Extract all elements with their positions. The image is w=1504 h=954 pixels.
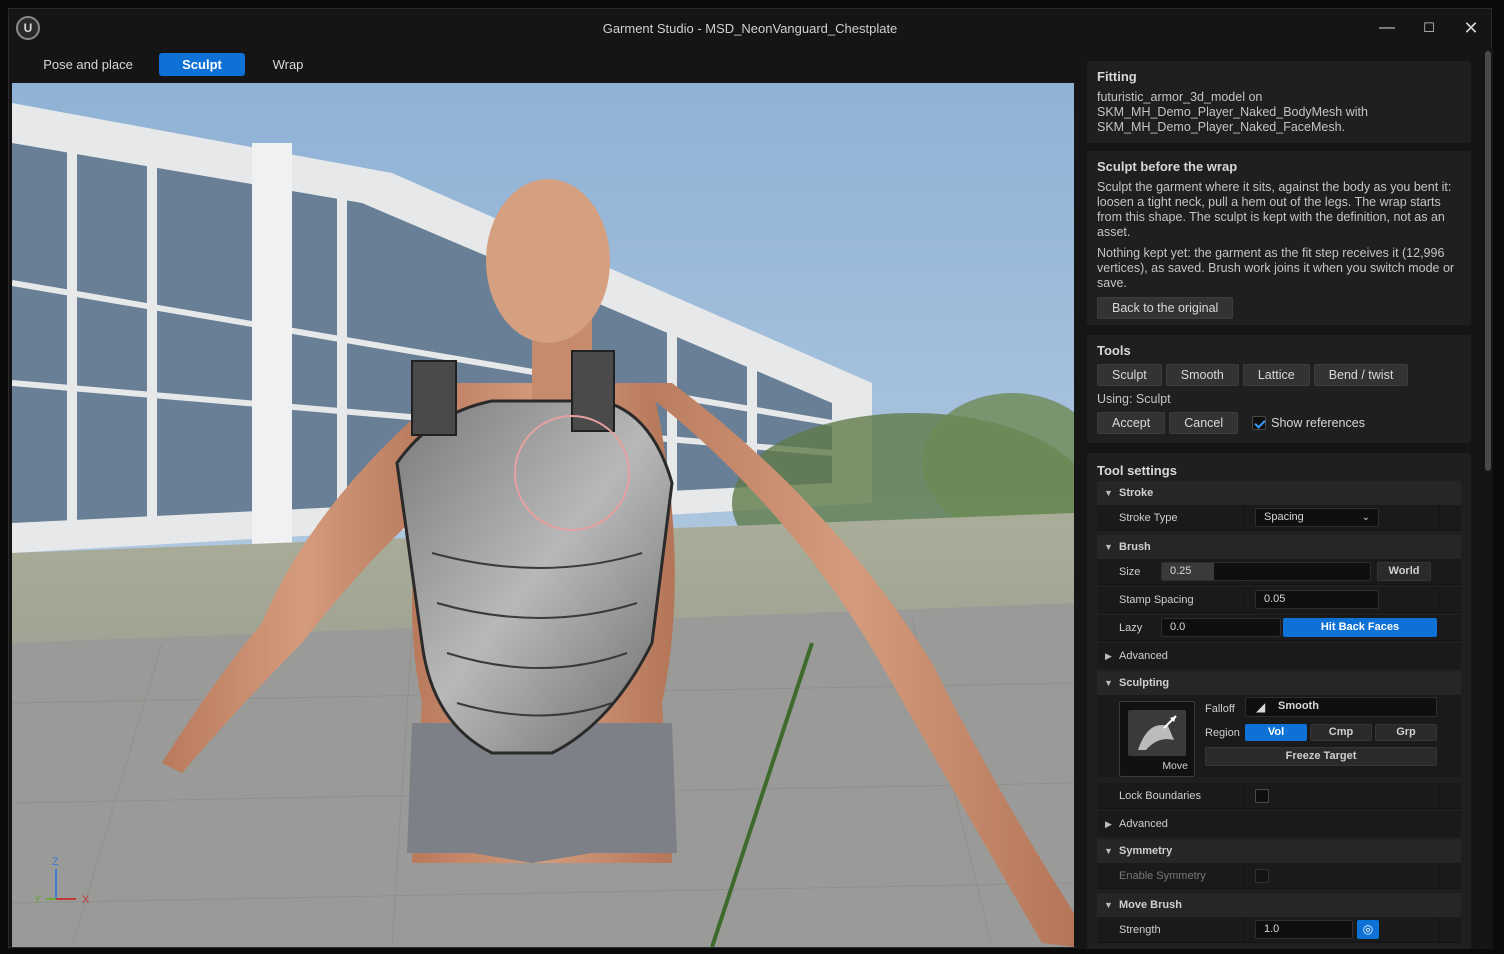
falloff-dropdown[interactable]: ◢ Smooth [1245,697,1437,717]
chevron-down-icon: ⌄ [1361,512,1370,523]
armor-strap-left [411,360,457,436]
axis-x-label: X [82,894,90,906]
tool-sculpt-button[interactable]: Sculpt [1097,364,1162,386]
fitting-body: futuristic_armor_3d_model on SKM_MH_Demo… [1097,90,1368,134]
region-vol-option[interactable]: Vol [1245,724,1307,741]
expand-triangle-icon: ▼ [1104,542,1113,552]
lock-boundaries-label: Lock Boundaries [1119,790,1201,802]
enable-symmetry-checkbox[interactable] [1255,869,1269,883]
freeze-target-button[interactable]: Freeze Target [1205,747,1437,766]
brush-space-world-button[interactable]: World [1377,562,1431,581]
maximize-button[interactable]: ☐ [1414,15,1444,41]
tools-heading: Tools [1097,343,1131,358]
collapse-triangle-icon: ▶ [1105,819,1112,829]
title-bar[interactable]: U Garment Studio - MSD_NeonVanguard_Ches… [9,9,1491,47]
tab-pose-and-place[interactable]: Pose and place [31,53,145,76]
stroke-type-row: Stroke Type Spacing ⌄ [1097,505,1461,531]
tab-wrap[interactable]: Wrap [263,53,313,76]
tool-bend-twist-button[interactable]: Bend / twist [1313,364,1409,386]
axis-z-label: Z [52,856,59,868]
brush-size-label: Size [1119,566,1141,578]
tools-card: Tools Sculpt Smooth Lattice Bend / twist… [1087,335,1471,443]
close-button[interactable]: ✕ [1456,15,1486,41]
active-tool-label: Using: Sculpt [1097,392,1171,406]
region-cmp-option[interactable]: Cmp [1310,724,1372,741]
axis-y-label: Y [34,894,42,906]
section-stroke[interactable]: ▼ Stroke [1097,481,1461,505]
fitting-heading: Fitting [1097,69,1137,84]
section-move-brush[interactable]: ▼ Move Brush [1097,893,1461,917]
lock-boundaries-row: Lock Boundaries [1097,783,1461,809]
stamp-spacing-row: Stamp Spacing 0.05 [1097,587,1461,613]
sculpt-info-para1: Sculpt the garment where it sits, agains… [1097,180,1452,239]
pressure-sensitivity-icon[interactable]: ◎ [1357,920,1379,939]
expand-triangle-icon: ▼ [1104,900,1113,910]
strength-input[interactable]: 1.0 [1255,920,1353,939]
accept-button[interactable]: Accept [1097,412,1166,434]
sculpting-advanced-row[interactable]: ▶ Advanced [1097,811,1461,837]
region-label: Region [1205,727,1240,739]
lazy-row: Lazy 0.0 Hit Back Faces [1097,615,1461,641]
sculpt-info-para2: Nothing kept yet: the garment as the fit… [1097,246,1455,290]
mode-toolbar: Pose and place Sculpt Wrap [11,49,1075,83]
sculpt-info-card: Sculpt before the wrap Sculpt the garmen… [1087,151,1471,325]
right-panel: Fitting futuristic_armor_3d_model on SKM… [1077,47,1481,949]
viewport-scene [12,83,1074,947]
window-title: Garment Studio - MSD_NeonVanguard_Chestp… [602,21,898,36]
sculpting-block: Move Falloff ◢ Smooth Region Vol Cmp Grp… [1097,695,1461,777]
back-to-original-button[interactable]: Back to the original [1097,297,1234,319]
section-brush[interactable]: ▼ Brush [1097,535,1461,559]
falloff-label: Falloff [1205,703,1235,715]
tool-settings-heading: Tool settings [1097,463,1177,478]
enable-symmetry-row: Enable Symmetry [1097,863,1461,889]
brush-size-row: Size 0.25 World [1097,559,1461,585]
app-window: U Garment Studio - MSD_NeonVanguard_Ches… [8,8,1493,949]
cancel-button[interactable]: Cancel [1169,412,1239,434]
collapse-triangle-icon: ▶ [1105,651,1112,661]
tool-lattice-button[interactable]: Lattice [1242,364,1310,386]
brush-size-slider[interactable]: 0.25 [1161,562,1371,581]
move-brush-icon [1128,710,1186,756]
stroke-type-label: Stroke Type [1119,512,1178,524]
3d-viewport[interactable]: Z Y X [12,83,1074,947]
brush-advanced-row[interactable]: ▶ Advanced [1097,643,1461,669]
strength-row: Strength 1.0 ◎ [1097,917,1461,943]
minimize-button[interactable]: — [1372,15,1402,41]
stamp-spacing-input[interactable]: 0.05 [1255,590,1379,609]
region-segmented: Vol Cmp Grp [1245,724,1439,742]
section-sculpting[interactable]: ▼ Sculpting [1097,671,1461,695]
show-references-checkbox[interactable] [1252,416,1267,430]
tool-smooth-button[interactable]: Smooth [1165,364,1239,386]
fitting-card: Fitting futuristic_armor_3d_model on SKM… [1087,61,1471,143]
expand-triangle-icon: ▼ [1104,846,1113,856]
strength-label: Strength [1119,924,1161,936]
tool-settings-card: Tool settings ▼ Stroke Stroke Type Spaci… [1087,453,1471,949]
stamp-spacing-label: Stamp Spacing [1119,594,1194,606]
panel-scrollbar[interactable] [1483,47,1493,949]
show-references-label: Show references [1271,416,1365,430]
lazy-label: Lazy [1119,622,1143,634]
section-symmetry[interactable]: ▼ Symmetry [1097,839,1461,863]
expand-triangle-icon: ▼ [1104,488,1113,498]
lock-boundaries-checkbox[interactable] [1255,789,1269,803]
sculpt-info-heading: Sculpt before the wrap [1097,159,1238,174]
brush-type-picker[interactable]: Move [1119,701,1195,777]
brush-type-label: Move [1162,760,1188,772]
hit-back-faces-toggle[interactable]: Hit Back Faces [1283,618,1437,637]
show-references-toggle[interactable]: Show references [1252,416,1365,430]
head [486,179,610,343]
enable-symmetry-label: Enable Symmetry [1119,870,1206,882]
falloff-curve-icon: ◢ [1256,700,1266,714]
axis-gizmo: Z Y X [34,856,90,906]
stroke-type-dropdown[interactable]: Spacing ⌄ [1255,508,1379,527]
building-pillar [252,143,292,563]
lazy-input[interactable]: 0.0 [1161,618,1281,637]
scrollbar-thumb[interactable] [1485,51,1491,471]
tab-sculpt[interactable]: Sculpt [159,53,245,76]
region-grp-option[interactable]: Grp [1375,724,1437,741]
expand-triangle-icon: ▼ [1104,678,1113,688]
